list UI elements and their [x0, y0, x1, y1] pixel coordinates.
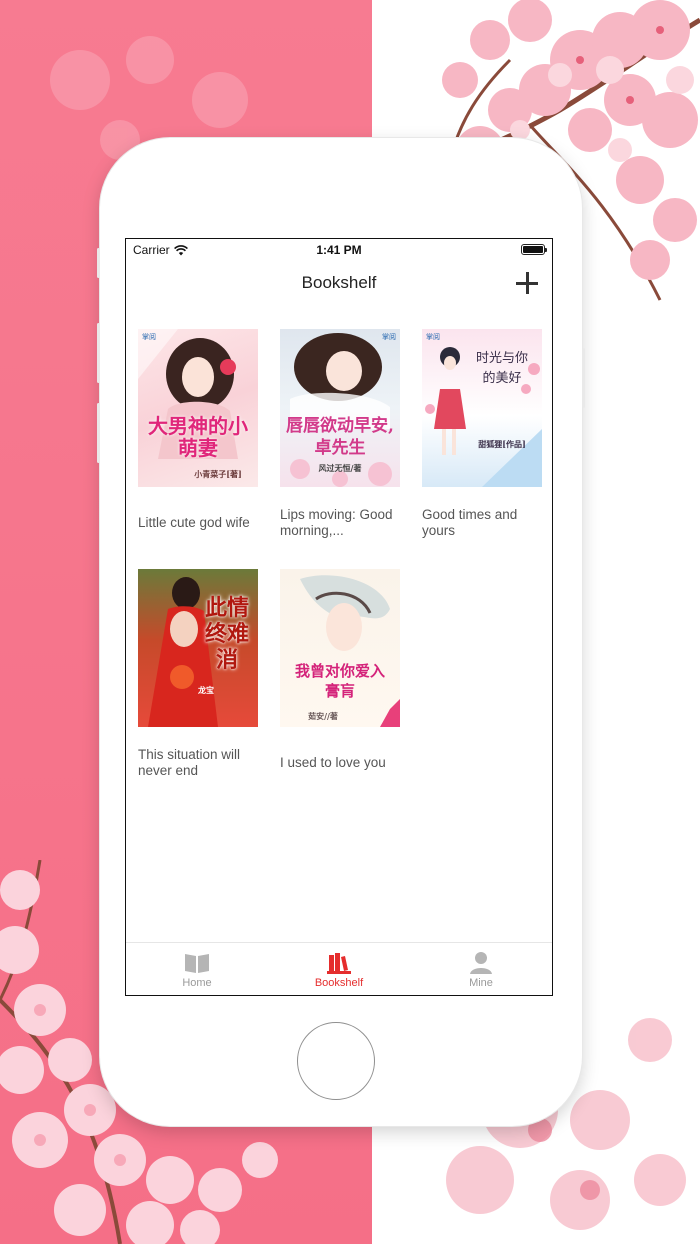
book-item[interactable]: 时光与你的美好 甜狐狸[作品] 掌阅 Good times and yours: [422, 329, 542, 538]
add-book-button[interactable]: [514, 270, 540, 296]
tab-bookshelf[interactable]: Bookshelf: [268, 943, 410, 995]
phone-volume-up: [97, 323, 100, 383]
tab-label: Home: [182, 977, 212, 989]
cover-author: 小青菜子[著]: [194, 469, 242, 479]
book-title: Lips moving: Good morning,...: [280, 507, 393, 538]
phone-volume-down: [97, 403, 100, 463]
book-cover: 唇唇欲动早安,卓先生 风过无恒/著 掌阅: [280, 329, 400, 487]
tab-mine[interactable]: Mine: [410, 943, 552, 995]
home-button[interactable]: [297, 1022, 375, 1100]
navigation-bar: Bookshelf: [126, 261, 552, 305]
book-open-icon: [185, 954, 209, 973]
cover-author: 甜狐狸[作品]: [478, 439, 526, 449]
battery-level: [523, 246, 543, 253]
cover-illustration: [300, 575, 400, 727]
cover-author: 风过无恒/著: [318, 463, 362, 473]
cover-author: 茹安//著: [308, 711, 338, 721]
cover-title: 此情终难消: [204, 595, 249, 673]
cover-title: 大男神的小萌妻: [148, 414, 248, 460]
book-item[interactable]: 此情终难消 龙宝 This situation will never end: [138, 569, 258, 778]
book-item[interactable]: 大男神的小萌妻 小青菜子[著] 掌阅 Little cute god wife: [138, 329, 258, 530]
battery-icon: [521, 244, 547, 255]
publisher-logo: 掌阅: [382, 334, 396, 341]
cover-author: 龙宝: [198, 685, 214, 695]
book-item[interactable]: 我曾对你爱入膏肓 茹安//著 I used to love you: [280, 569, 400, 770]
tab-bar: Home Bookshelf Mine: [126, 942, 552, 995]
status-bar: Carrier 1:41 PM: [126, 239, 552, 261]
book-item[interactable]: 唇唇欲动早安,卓先生 风过无恒/著 掌阅 Lips moving: Good m…: [280, 329, 400, 538]
bookshelf-icon: [327, 953, 351, 974]
publisher-logo: 掌阅: [426, 334, 440, 341]
book-cover: 大男神的小萌妻 小青菜子[著] 掌阅: [138, 329, 258, 487]
tab-home[interactable]: Home: [126, 943, 268, 995]
cover-illustration: [138, 329, 238, 459]
cover-title: 我曾对你爱入膏肓: [294, 662, 385, 700]
tab-label: Bookshelf: [314, 977, 364, 989]
page-title: Bookshelf: [301, 273, 377, 292]
book-title: Little cute god wife: [138, 515, 250, 530]
person-icon: [470, 952, 492, 974]
book-cover: 时光与你的美好 甜狐狸[作品] 掌阅: [422, 329, 542, 487]
app-screen: Carrier 1:41 PM Bookshelf 大男神的小萌妻 小青菜子[著…: [125, 238, 553, 996]
cover-title: 唇唇欲动早安,卓先生: [286, 416, 394, 458]
book-title: Good times and yours: [422, 507, 518, 538]
publisher-logo: 掌阅: [142, 334, 156, 341]
cover-title: 时光与你的美好: [475, 351, 528, 386]
tab-label: Mine: [469, 977, 493, 989]
phone-power-button: [582, 348, 585, 408]
status-time: 1:41 PM: [316, 243, 362, 257]
book-cover: 此情终难消 龙宝: [138, 569, 258, 727]
phone-mute-switch: [97, 248, 100, 278]
book-cover: 我曾对你爱入膏肓 茹安//著: [280, 569, 400, 727]
book-title: I used to love you: [280, 755, 386, 770]
book-title: This situation will never end: [138, 747, 241, 778]
